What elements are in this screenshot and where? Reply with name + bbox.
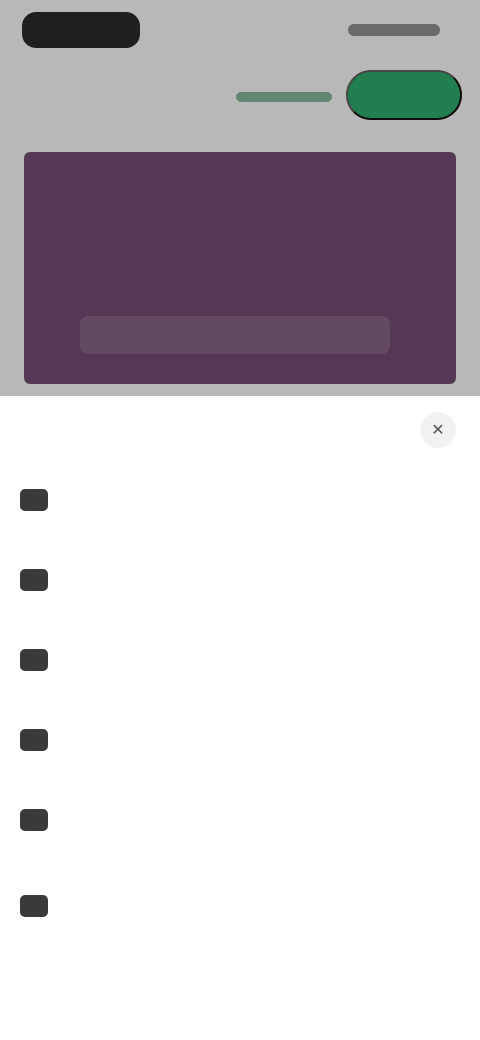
menu-item-4[interactable] — [20, 710, 460, 770]
menu-item-3[interactable] — [20, 630, 460, 690]
home-icon — [20, 489, 48, 511]
close-icon: ✕ — [431, 422, 445, 439]
star-icon — [20, 809, 48, 831]
menu-item-2[interactable] — [20, 550, 460, 610]
menu-item-6[interactable] — [20, 870, 460, 942]
user-icon — [20, 895, 48, 917]
grid-icon — [20, 569, 48, 591]
close-button[interactable]: ✕ — [420, 412, 456, 448]
chat-icon — [20, 729, 48, 751]
info-icon — [20, 649, 48, 671]
menu-item-5[interactable] — [20, 790, 460, 850]
menu-sheet: ✕ — [0, 396, 480, 1040]
menu-item-1[interactable] — [20, 470, 460, 530]
